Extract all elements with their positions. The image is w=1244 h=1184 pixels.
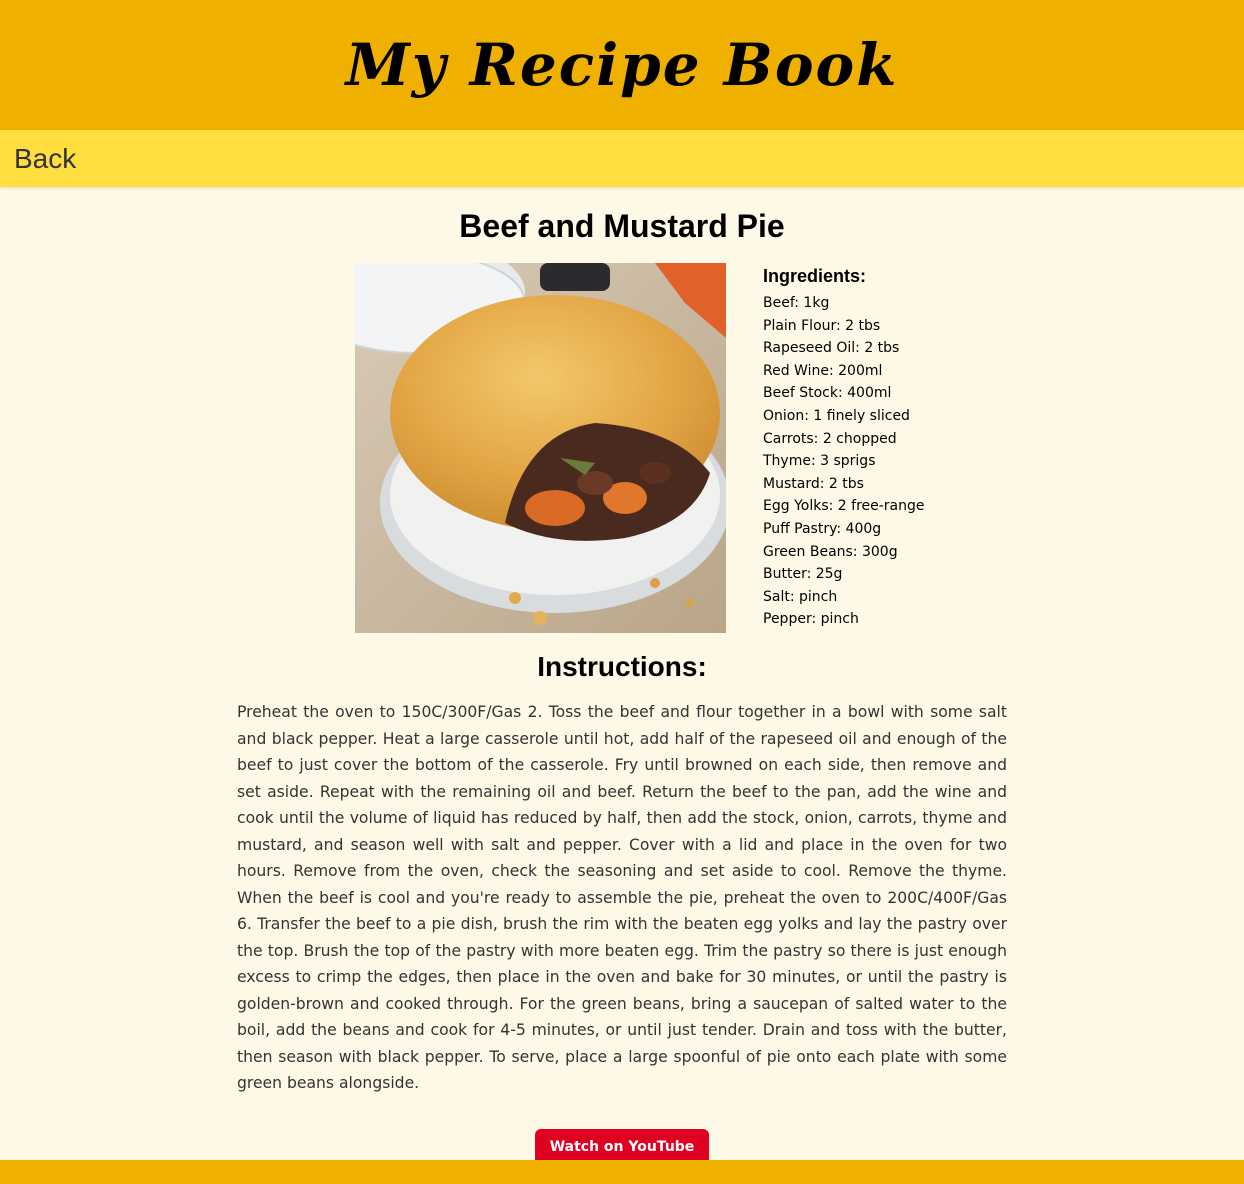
recipe-photo <box>355 263 726 633</box>
list-item: Puff Pastry: 400g <box>763 520 882 537</box>
recipe-title: Beef and Mustard Pie <box>459 208 785 244</box>
recipe-detail: Beef and Mustard Pie Ingredients: Beef: … <box>0 205 1244 1166</box>
list-item: Onion: 1 finely sliced <box>763 407 910 424</box>
list-item: Beef: 1kg <box>763 295 830 311</box>
list-item: Thyme: 3 sprigs <box>763 453 876 470</box>
ingredient-list: Beef: 1kg Plain Flour: 2 tbs Rapeseed Oi… <box>763 292 1063 631</box>
list-item: Carrots: 2 chopped <box>763 430 897 447</box>
site-header: My Recipe Book <box>0 0 1244 130</box>
instructions-heading: Instructions: <box>537 651 707 682</box>
site-footer <box>0 1160 1244 1184</box>
site-title: My Recipe Book <box>345 31 899 99</box>
list-item: Mustard: 2 tbs <box>763 475 864 492</box>
back-link[interactable]: Back <box>14 143 76 175</box>
nav-bar: Back <box>0 130 1244 187</box>
list-item: Rapeseed Oil: 2 tbs <box>763 340 900 357</box>
list-item: Beef Stock: 400ml <box>763 385 892 402</box>
instructions-text: Preheat the oven to 150C/300F/Gas 2. Tos… <box>237 703 1007 1092</box>
list-item: Butter: 25g <box>763 566 843 583</box>
list-item: Egg Yolks: 2 free-range <box>763 498 925 515</box>
list-item: Plain Flour: 2 tbs <box>763 317 881 334</box>
list-item: Salt: pinch <box>763 588 838 605</box>
recipe-overview: Ingredients: Beef: 1kg Plain Flour: 2 tb… <box>0 263 1244 643</box>
ingredients-heading: Ingredients: <box>763 266 867 286</box>
ingredients-panel: Ingredients: Beef: 1kg Plain Flour: 2 tb… <box>763 263 1063 631</box>
list-item: Red Wine: 200ml <box>763 362 883 379</box>
list-item: Pepper: pinch <box>763 611 859 628</box>
list-item: Green Beans: 300g <box>763 543 898 560</box>
